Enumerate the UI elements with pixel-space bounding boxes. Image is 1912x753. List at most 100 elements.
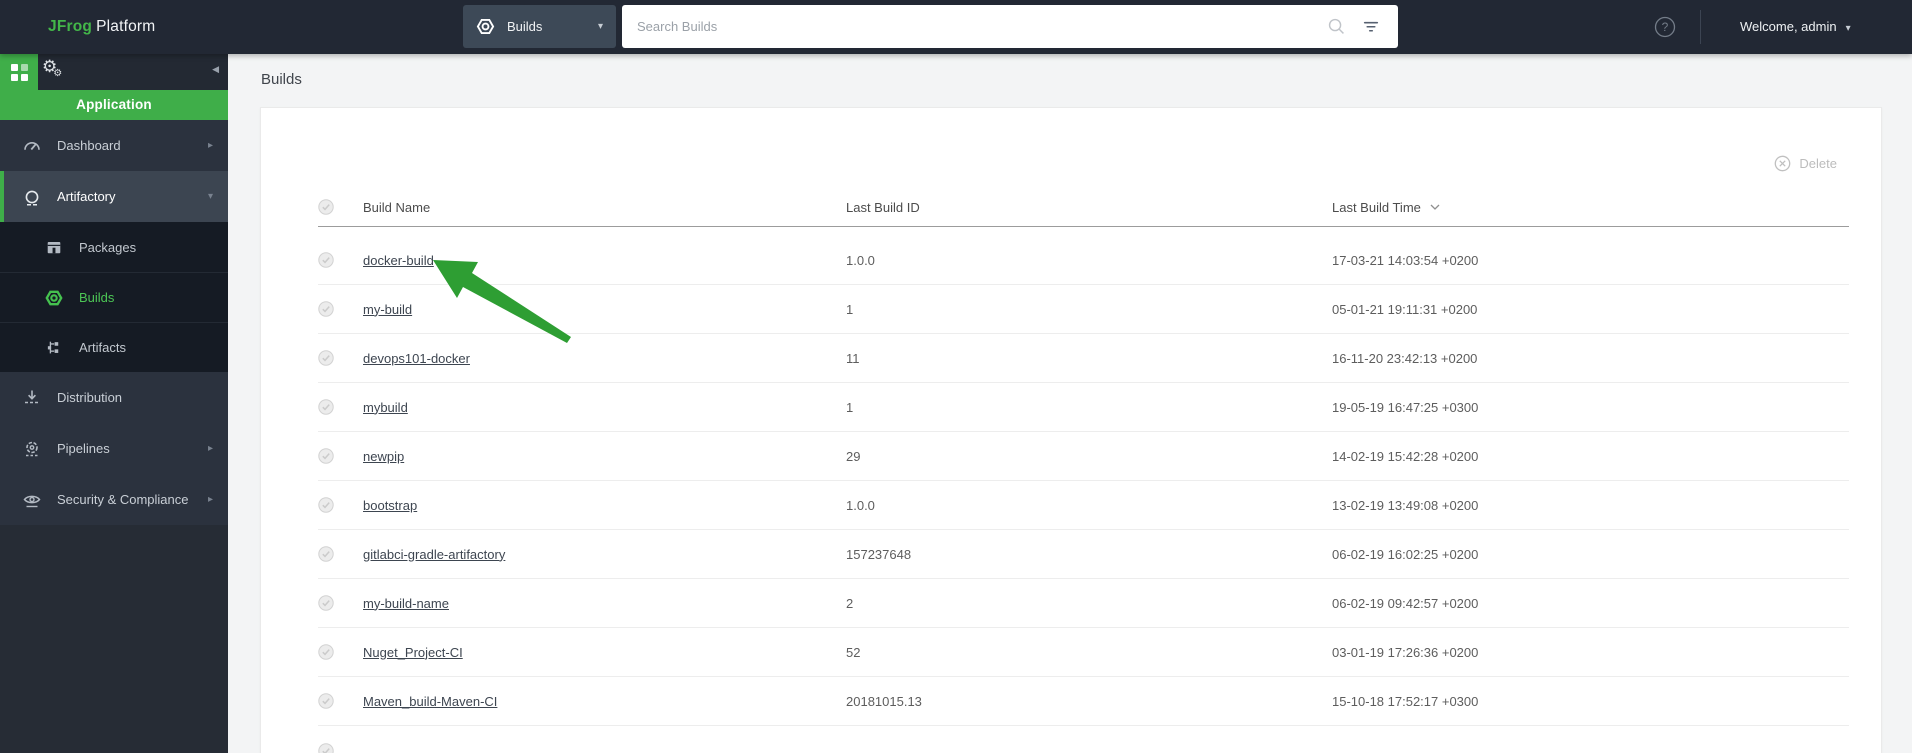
- last-build-id: 157237648: [846, 546, 912, 562]
- sidebar-item-dashboard[interactable]: Dashboard ▸: [0, 120, 228, 171]
- table-row[interactable]: Nuget_Project-CI 52 03-01-19 17:26:36 +0…: [318, 628, 1849, 677]
- last-build-id: 2: [846, 595, 854, 611]
- chevron-right-icon: ▸: [207, 494, 213, 505]
- row-select-circle-icon[interactable]: [318, 350, 363, 366]
- apps-grid-icon: [10, 63, 28, 81]
- row-select-circle-icon[interactable]: [318, 743, 363, 753]
- page-title: Builds: [261, 71, 302, 88]
- settings-gears-icon[interactable]: ⚙⚙: [42, 57, 66, 79]
- build-name-link[interactable]: my-build: [363, 302, 412, 317]
- help-question-icon[interactable]: ?: [1652, 14, 1678, 40]
- chevron-down-icon: ▾: [1845, 23, 1851, 34]
- artifacts-tree-icon: [47, 341, 59, 353]
- sidebar-item-pipelines[interactable]: Pipelines ▸: [0, 423, 228, 474]
- sidebar-item-security-compliance[interactable]: Security & Compliance ▸: [0, 474, 228, 525]
- last-build-time: 13-02-19 13:49:08 +0200: [1332, 497, 1479, 513]
- sidebar-icon-bar: ⚙⚙ ◀: [0, 54, 228, 90]
- table-row[interactable]: Maven_build-Maven-CI 20181015.13 15-10-1…: [318, 677, 1849, 726]
- sort-chevron-down-icon: [1430, 204, 1440, 210]
- build-name-link[interactable]: my-build-name: [363, 596, 449, 611]
- column-header-build-name[interactable]: Build Name: [363, 200, 846, 215]
- last-build-time: 05-01-21 19:11:31 +0200: [1332, 301, 1478, 317]
- jfrog-platform-logo[interactable]: JFrog Platform: [48, 0, 155, 54]
- sidebar-item-distribution[interactable]: Distribution: [0, 372, 228, 423]
- chevron-right-icon: ▸: [207, 140, 213, 151]
- row-select-circle-icon[interactable]: [318, 546, 363, 562]
- dashboard-gauge-icon: [24, 141, 40, 150]
- table-row[interactable]: mybuild 1 19-05-19 16:47:25 +0300: [318, 383, 1849, 432]
- table-row[interactable]: my-build-name 2 06-02-19 09:42:57 +0200: [318, 579, 1849, 628]
- apps-grid-button[interactable]: [0, 54, 38, 90]
- row-select-circle-icon[interactable]: [318, 399, 363, 415]
- distribution-download-icon: [25, 390, 39, 403]
- last-build-time: 17-03-21 14:03:54 +0200: [1332, 252, 1479, 268]
- column-header-last-build-time[interactable]: Last Build Time: [1332, 200, 1849, 215]
- table-header-row: Build Name Last Build ID Last Build Time: [318, 188, 1849, 227]
- last-build-time: 19-05-19 16:47:25 +0300: [1332, 399, 1479, 415]
- sidebar-item-label: Artifacts: [79, 340, 126, 355]
- sidebar-menu: Dashboard ▸ Artifactory ▾ Packages Build…: [0, 120, 228, 525]
- table-row[interactable]: devops101-docker 11 16-11-20 23:42:13 +0…: [318, 334, 1849, 383]
- table-row[interactable]: gitlabci-gradle-artifactory 157237648 06…: [318, 530, 1849, 579]
- search-icon[interactable]: [1327, 17, 1346, 36]
- table-row[interactable]: my-build 1 05-01-21 19:11:31 +0200: [318, 285, 1849, 334]
- build-name-link[interactable]: newpip: [363, 449, 404, 464]
- row-select-circle-icon[interactable]: [318, 252, 363, 268]
- last-build-id: 52: [846, 644, 861, 660]
- delete-button[interactable]: Delete: [1774, 155, 1837, 172]
- last-build-time: 15-10-18 17:52:17 +0300: [1332, 693, 1479, 709]
- search-input[interactable]: [622, 5, 1398, 48]
- table-row[interactable]: bootstrap 1.0.0 13-02-19 13:49:08 +0200: [318, 481, 1849, 530]
- build-name-link[interactable]: gitlabci-gradle-artifactory: [363, 547, 505, 562]
- sidebar-item-label: Dashboard: [57, 138, 121, 153]
- build-name-link[interactable]: devops101-docker: [363, 351, 470, 366]
- row-select-circle-icon[interactable]: [318, 644, 363, 660]
- last-build-id: 1.0.0: [846, 252, 875, 268]
- artifactory-submenu: Packages Builds Artifacts: [0, 222, 228, 372]
- sidebar-item-builds[interactable]: Builds: [0, 272, 228, 322]
- sidebar: ⚙⚙ ◀ Application Dashboard ▸ Artifactory…: [0, 54, 228, 753]
- last-build-time: 14-02-19 15:42:28 +0200: [1332, 448, 1479, 464]
- circle-x-icon: [1775, 155, 1791, 172]
- scope-selector-dropdown[interactable]: Builds ▾: [463, 5, 616, 48]
- column-header-last-build-id[interactable]: Last Build ID: [846, 200, 1332, 215]
- build-name-link[interactable]: Nuget_Project-CI: [363, 645, 463, 660]
- chevron-down-icon: ▾: [597, 21, 603, 32]
- main-content: Builds Delete Build Name Last Build ID L…: [228, 54, 1912, 753]
- sidebar-item-packages[interactable]: Packages: [0, 222, 228, 272]
- last-build-time: 06-02-19 16:02:25 +0200: [1332, 546, 1479, 562]
- row-select-circle-icon[interactable]: [318, 693, 363, 709]
- top-header: JFrogPlatform Builds ▾ ? Welcome, admin ▾: [0, 0, 1912, 54]
- collapse-panel-icon[interactable]: ◀: [212, 65, 219, 75]
- build-name-link[interactable]: bootstrap: [363, 498, 417, 513]
- user-menu[interactable]: Welcome, admin ▾: [1740, 0, 1851, 54]
- filter-icon[interactable]: [1362, 18, 1380, 36]
- row-select-circle-icon[interactable]: [318, 497, 363, 513]
- table-body: docker-build 1.0.0 17-03-21 14:03:54 +02…: [318, 227, 1849, 753]
- sidebar-item-artifactory[interactable]: Artifactory ▾: [0, 171, 228, 222]
- row-select-circle-icon[interactable]: [318, 448, 363, 464]
- last-build-id: 1: [846, 301, 854, 317]
- build-name-link[interactable]: Maven_build-Maven-CI: [363, 694, 497, 709]
- last-build-id: 1: [846, 399, 854, 415]
- last-build-id: 29: [846, 448, 861, 464]
- chevron-down-icon: ▾: [207, 191, 213, 202]
- user-menu-label: Welcome, admin: [1740, 19, 1837, 34]
- select-all-circle-icon[interactable]: [318, 199, 363, 215]
- row-select-circle-icon[interactable]: [318, 301, 363, 317]
- table-row-partial[interactable]: [318, 726, 1849, 753]
- delete-button-label: Delete: [1799, 156, 1837, 171]
- sidebar-item-label: Distribution: [57, 390, 123, 405]
- row-select-circle-icon[interactable]: [318, 595, 363, 611]
- sidebar-item-label: Artifactory: [57, 189, 116, 204]
- svg-text:?: ?: [1662, 20, 1669, 34]
- build-name-link[interactable]: docker-build: [363, 253, 434, 268]
- packages-box-icon: [47, 242, 61, 254]
- table-row[interactable]: newpip 29 14-02-19 15:42:28 +0200: [318, 432, 1849, 481]
- builds-table: Build Name Last Build ID Last Build Time…: [318, 188, 1849, 753]
- table-row[interactable]: docker-build 1.0.0 17-03-21 14:03:54 +02…: [318, 236, 1849, 285]
- search-box: [622, 5, 1398, 48]
- sidebar-item-artifacts[interactable]: Artifacts: [0, 322, 228, 372]
- build-name-link[interactable]: mybuild: [363, 400, 408, 415]
- builds-nut-icon: [476, 18, 495, 35]
